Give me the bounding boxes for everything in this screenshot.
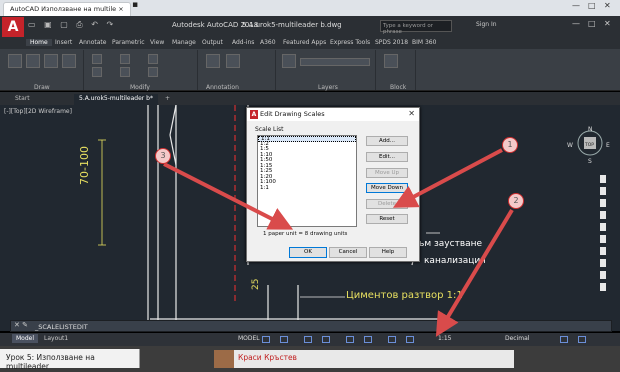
annotation-arrow-2 [435,208,514,337]
annotation-arrow-1 [392,148,503,208]
annotation-badge-2: 2 [508,193,524,209]
annotation-badge-3: 3 [155,148,171,164]
annotation-arrow-3 [163,162,294,230]
annotation-overlay [163,148,514,337]
annotation-badge-1: 1 [502,137,518,153]
